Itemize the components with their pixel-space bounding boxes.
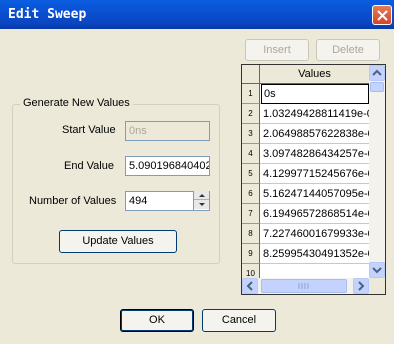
table-row[interactable]: 7 6.19496572868514e-0 — [242, 204, 369, 224]
row-number[interactable]: 1 — [242, 84, 260, 104]
scroll-right-button[interactable] — [353, 278, 369, 294]
vertical-scroll-thumb[interactable] — [370, 82, 384, 92]
table-row[interactable]: 5 4.12997715245676e-0 — [242, 164, 369, 184]
chevron-right-icon — [358, 281, 365, 291]
horizontal-scroll-thumb[interactable] — [261, 279, 347, 293]
close-button[interactable] — [372, 5, 392, 25]
row-number[interactable]: 2 — [242, 104, 260, 124]
row-number[interactable]: 8 — [242, 224, 260, 244]
grid-rows: 1 0s 2 1.03249428811419e-0 3 2.064988576… — [242, 84, 369, 284]
row-value[interactable]: 2.06498857622838e-0 — [261, 124, 369, 144]
row-value[interactable]: 1.03249428811419e-0 — [261, 104, 369, 124]
end-value-field[interactable]: 5.090196840402 — [125, 156, 210, 176]
row-value[interactable]: 4.12997715245676e-0 — [261, 164, 369, 184]
update-values-button[interactable]: Update Values — [59, 230, 177, 253]
row-value[interactable]: 6.19496572868514e-0 — [261, 204, 369, 224]
group-legend: Generate New Values — [20, 97, 133, 109]
window-title: Edit Sweep — [8, 7, 87, 22]
row-value[interactable]: 5.16247144057095e-0 — [261, 184, 369, 204]
grip-icon — [298, 283, 309, 289]
scroll-left-button[interactable] — [242, 278, 258, 294]
row-number[interactable]: 9 — [242, 244, 260, 264]
table-row[interactable]: 2 1.03249428811419e-0 — [242, 104, 369, 124]
number-of-values-text: 494 — [129, 195, 148, 207]
row-number[interactable]: 4 — [242, 144, 260, 164]
row-number[interactable]: 6 — [242, 184, 260, 204]
row-value[interactable]: 3.09748286434257e-0 — [261, 144, 369, 164]
scroll-up-button[interactable] — [369, 65, 385, 81]
ok-button[interactable]: OK — [120, 309, 194, 332]
number-of-values-label: Number of Values — [29, 195, 117, 207]
edit-sweep-dialog: Edit Sweep Insert Delete Generate New Va… — [0, 0, 394, 344]
chevron-left-icon — [246, 281, 253, 291]
table-row[interactable]: 6 5.16247144057095e-0 — [242, 184, 369, 204]
number-of-values-spinner[interactable] — [193, 191, 209, 211]
row-value[interactable]: 7.22746001679933e-0 — [261, 224, 369, 244]
table-row[interactable]: 4 3.09748286434257e-0 — [242, 144, 369, 164]
horizontal-scrollbar[interactable] — [242, 278, 369, 294]
title-bar[interactable]: Edit Sweep — [0, 0, 394, 29]
values-grid[interactable]: Values 1 0s 2 1.03249428811419e-0 3 2.06… — [241, 64, 386, 295]
scroll-down-button[interactable] — [369, 262, 385, 278]
row-number[interactable]: 5 — [242, 164, 260, 184]
start-value-label: Start Value — [62, 124, 116, 136]
table-row[interactable]: 1 0s — [242, 84, 369, 104]
cancel-button[interactable]: Cancel — [202, 309, 276, 332]
values-column-header[interactable]: Values — [260, 65, 369, 84]
table-row[interactable]: 3 2.06498857622838e-0 — [242, 124, 369, 144]
spin-up-icon — [199, 194, 205, 197]
spin-down-icon — [199, 203, 205, 206]
insert-button[interactable]: Insert — [245, 39, 309, 61]
vertical-scrollbar[interactable] — [369, 65, 385, 278]
row-number[interactable]: 3 — [242, 124, 260, 144]
spin-up-button[interactable] — [194, 191, 209, 200]
table-row[interactable]: 9 8.25995430491352e-0 — [242, 244, 369, 264]
chevron-down-icon — [372, 267, 382, 274]
grid-corner — [242, 65, 260, 84]
end-value-label: End Value — [64, 160, 114, 172]
close-icon — [377, 10, 388, 21]
spin-down-button[interactable] — [194, 200, 209, 209]
table-row[interactable]: 8 7.22746001679933e-0 — [242, 224, 369, 244]
row-number[interactable]: 7 — [242, 204, 260, 224]
chevron-up-icon — [372, 69, 382, 76]
row-value[interactable]: 0s — [261, 84, 369, 104]
start-value-field[interactable]: 0ns — [125, 121, 210, 141]
row-value[interactable]: 8.25995430491352e-0 — [261, 244, 369, 264]
delete-button[interactable]: Delete — [316, 39, 380, 61]
scrollbar-corner — [369, 278, 385, 294]
